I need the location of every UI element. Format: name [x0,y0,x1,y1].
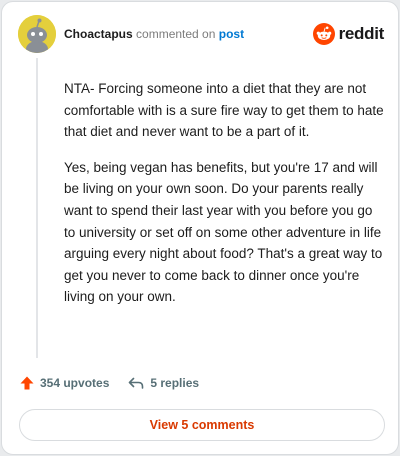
snoo-avatar-icon [18,15,56,53]
reply-button[interactable]: 5 replies [127,375,199,391]
reddit-snoo-icon [312,23,335,45]
brand-name: reddit [338,24,385,43]
upvote-button[interactable]: 354 upvotes [19,375,109,391]
reply-arrow-icon [129,377,144,389]
avatar[interactable] [18,15,56,53]
comment-card: Choactapus commented on post reddit NTA-… [1,1,399,455]
comment-paragraph: Yes, being vegan has benefits, but you'r… [64,159,383,305]
comment-header: Choactapus commented on post [64,27,244,41]
comment-actions: 354 upvotes 5 replies [19,375,199,391]
comment-body: NTA- Forcing someone into a diet that th… [64,78,386,322]
reply-count: 5 replies [150,376,200,390]
action-text: commented on [136,27,216,41]
post-link[interactable]: post [219,27,244,41]
upvote-arrow-icon [20,376,34,390]
thread-line[interactable] [36,58,38,358]
view-comments-button[interactable]: View 5 comments [19,409,385,441]
upvote-count: 354 upvotes [40,376,110,390]
username[interactable]: Choactapus [64,27,133,41]
reddit-logo[interactable]: reddit [312,22,385,46]
comment-paragraph: NTA- Forcing someone into a diet that th… [64,81,384,140]
